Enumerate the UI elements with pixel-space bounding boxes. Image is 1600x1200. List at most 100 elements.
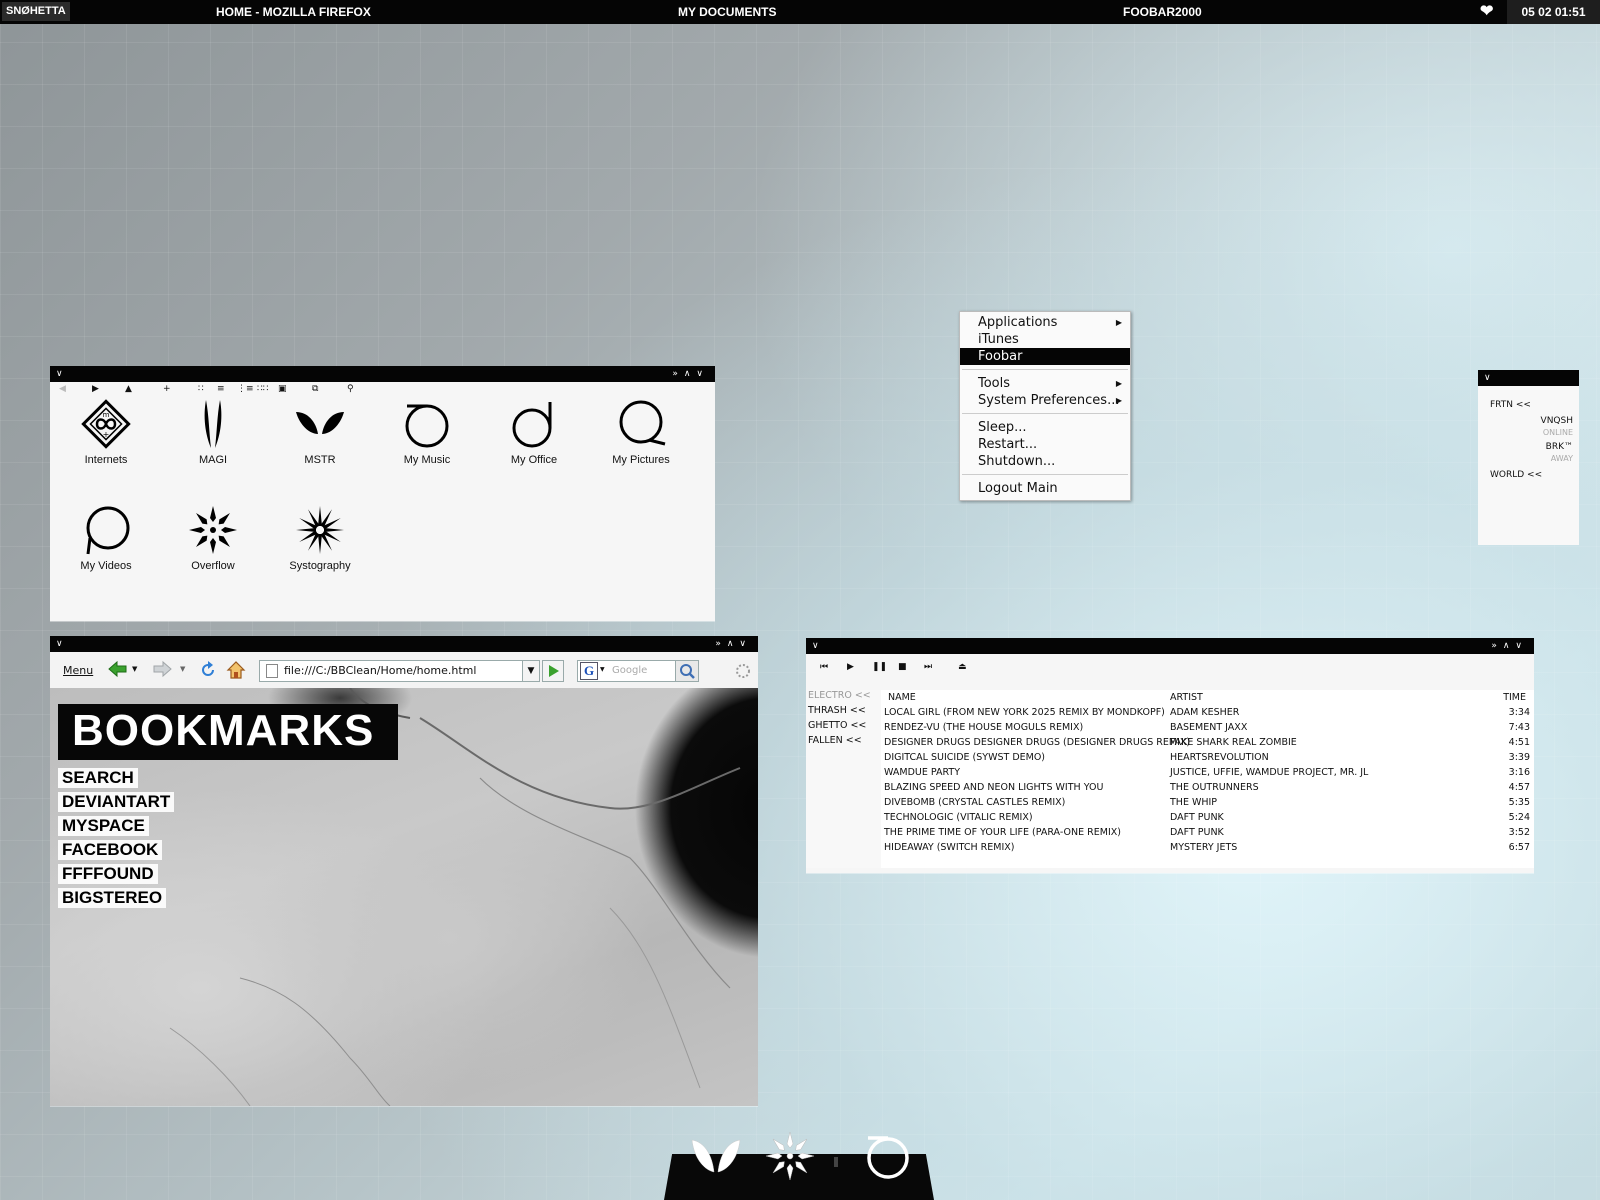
bookmark-link-deviantart[interactable]: DEVIANTART bbox=[58, 792, 175, 812]
my-music-icon bbox=[405, 404, 449, 448]
menu-item-applications[interactable]: Applications ▶ bbox=[960, 314, 1130, 331]
home-icon[interactable] bbox=[226, 660, 246, 680]
window-menu-icon[interactable]: ∨ bbox=[812, 638, 819, 654]
window-menu-icon[interactable]: ∨ bbox=[56, 636, 63, 652]
pause-icon[interactable]: ❚❚ bbox=[872, 662, 887, 672]
table-row[interactable]: LOCAL GIRL (FROM NEW YORK 2025 REMIX BY … bbox=[881, 705, 1534, 720]
heart-icon[interactable]: ❤ bbox=[1480, 2, 1493, 22]
column-artist[interactable]: ARTIST bbox=[1170, 690, 1203, 705]
up-icon[interactable]: ▲ bbox=[125, 384, 132, 394]
track-list-header: NAME ARTIST TIME bbox=[881, 690, 1534, 705]
task-firefox[interactable]: HOME - MOZILLA FIREFOX bbox=[216, 0, 371, 24]
table-row[interactable]: HIDEAWAY (SWITCH REMIX) MYSTERY JETS 6:57 bbox=[881, 840, 1534, 855]
eject-icon[interactable]: ⏏ bbox=[958, 662, 967, 672]
window-menu-icon[interactable]: ∨ bbox=[1484, 370, 1491, 386]
forward-arrow-icon[interactable] bbox=[152, 660, 172, 678]
firefox-titlebar[interactable]: ∨ »∧∨ bbox=[50, 636, 758, 652]
svg-text:+: + bbox=[103, 430, 110, 439]
icons-view-icon[interactable]: ∷ bbox=[198, 384, 204, 394]
url-bar[interactable]: file:///C:/BBClean/Home/home.html bbox=[259, 660, 523, 682]
window-menu-icon[interactable]: ∨ bbox=[56, 366, 63, 382]
url-dropdown-icon[interactable]: ▼ bbox=[522, 660, 540, 682]
table-row[interactable]: DIVEBOMB (CRYSTAL CASTLES REMIX) THE WHIP… bbox=[881, 795, 1534, 810]
table-row[interactable]: DIGITCAL SUICIDE (SYWST DEMO) HEARTSREVOL… bbox=[881, 750, 1534, 765]
group-world[interactable]: WORLD << bbox=[1490, 470, 1542, 480]
icon-my-music[interactable]: My Music bbox=[382, 398, 472, 466]
reload-icon[interactable] bbox=[198, 660, 218, 680]
previous-icon[interactable]: ⏮ bbox=[820, 662, 828, 672]
table-row[interactable]: TECHNOLOGIC (VITALIC REMIX) DAFT PUNK 5:24 bbox=[881, 810, 1534, 825]
table-row[interactable]: RENDEZ-VU (THE HOUSE MOGULS REMIX) BASEME… bbox=[881, 720, 1534, 735]
table-row[interactable]: BLAZING SPEED AND NEON LIGHTS WITH YOU TH… bbox=[881, 780, 1534, 795]
menu-item-sleep[interactable]: Sleep... bbox=[960, 419, 1130, 436]
thumbnail-view-icon[interactable]: ▣ bbox=[278, 384, 287, 394]
menu-item-logout[interactable]: Logout Main bbox=[960, 480, 1130, 497]
search-box[interactable]: G ▼ Google bbox=[577, 660, 699, 682]
menu-item-itunes[interactable]: iTunes bbox=[960, 331, 1130, 348]
icon-magi[interactable]: MAGI bbox=[168, 398, 258, 466]
google-icon[interactable]: G bbox=[580, 662, 598, 680]
table-row[interactable]: THE PRIME TIME OF YOUR LIFE (PARA-ONE RE… bbox=[881, 825, 1534, 840]
playlist-electro[interactable]: ELECTRO << bbox=[808, 690, 871, 701]
menu-item-tools[interactable]: Tools ▶ bbox=[960, 375, 1130, 392]
icon-internets[interactable]: m + Internets bbox=[61, 398, 151, 466]
foobar-titlebar[interactable]: ∨ »∧∨ bbox=[806, 638, 1534, 654]
details-view-icon[interactable]: ⋮≡ bbox=[237, 384, 254, 394]
icon-my-office[interactable]: My Office bbox=[489, 398, 579, 466]
menu-item-foobar[interactable]: Foobar bbox=[960, 348, 1130, 365]
navigation-toolbar: Menu ▼ ▼ file:///C:/BBClean/Home/home.ht… bbox=[50, 652, 758, 689]
table-row[interactable]: WAMDUE PARTY JUSTICE, UFFIE, WAMDUE PROJE… bbox=[881, 765, 1534, 780]
icon-systography[interactable]: Systography bbox=[275, 504, 365, 572]
playlist-thrash[interactable]: THRASH << bbox=[808, 705, 866, 716]
go-button[interactable] bbox=[542, 660, 564, 682]
group-frtn[interactable]: FRTN << bbox=[1490, 400, 1531, 410]
window-controls[interactable]: »∧∨ bbox=[672, 366, 709, 382]
task-my-documents[interactable]: MY DOCUMENTS bbox=[678, 0, 776, 24]
play-icon[interactable]: ▶ bbox=[847, 662, 854, 672]
window-controls[interactable]: »∧∨ bbox=[715, 636, 752, 652]
task-foobar[interactable]: FOOBAR2000 bbox=[1123, 0, 1202, 24]
icon-my-videos[interactable]: My Videos bbox=[61, 504, 151, 572]
playlist-fallen[interactable]: FALLEN << bbox=[808, 735, 862, 746]
back-arrow-icon[interactable] bbox=[108, 660, 128, 678]
stop-icon[interactable]: ■ bbox=[898, 662, 907, 672]
dock-mstr-icon[interactable] bbox=[690, 1132, 742, 1178]
next-icon[interactable]: ⏭ bbox=[924, 662, 932, 672]
column-time[interactable]: TIME bbox=[1503, 690, 1526, 705]
icon-mstr[interactable]: MSTR bbox=[275, 398, 365, 466]
search-icon[interactable]: ⚲ bbox=[347, 384, 354, 394]
bookmark-link-facebook[interactable]: FACEBOOK bbox=[58, 840, 163, 860]
back-dropdown-icon[interactable]: ▼ bbox=[132, 665, 137, 673]
icon-overflow[interactable]: Overflow bbox=[168, 504, 258, 572]
contact-name[interactable]: VNQSH bbox=[1541, 416, 1573, 426]
dock-overflow-icon[interactable] bbox=[764, 1130, 816, 1182]
contact-name[interactable]: BRK™ bbox=[1546, 442, 1573, 452]
back-icon[interactable]: ◀ bbox=[59, 384, 66, 394]
forward-dropdown-icon[interactable]: ▼ bbox=[180, 665, 185, 673]
list-view-icon[interactable]: ≡ bbox=[217, 384, 225, 394]
explorer-titlebar[interactable]: ∨ »∧∨ bbox=[50, 366, 715, 382]
copy-icon[interactable]: ⧉ bbox=[312, 384, 318, 394]
forward-icon[interactable]: ▶ bbox=[92, 384, 99, 394]
bookmark-link-bigstereo[interactable]: BIGSTEREO bbox=[58, 888, 167, 908]
start-logo[interactable]: SNØHETTA bbox=[2, 2, 70, 21]
bookmark-link-ffffound[interactable]: FFFFOUND bbox=[58, 864, 158, 884]
column-name[interactable]: NAME bbox=[888, 690, 916, 705]
menu-item-system-preferences[interactable]: System Preferences... ▶ bbox=[960, 392, 1130, 409]
menu-item-shutdown[interactable]: Shutdown... bbox=[960, 453, 1130, 470]
window-controls[interactable]: »∧∨ bbox=[1491, 638, 1528, 654]
buddy-titlebar[interactable]: ∨ bbox=[1478, 370, 1579, 386]
bookmark-link-search[interactable]: SEARCH bbox=[58, 768, 138, 788]
new-folder-icon[interactable]: + bbox=[163, 384, 171, 394]
menu-button[interactable]: Menu bbox=[63, 664, 93, 677]
menu-item-restart[interactable]: Restart... bbox=[960, 436, 1130, 453]
icon-my-pictures[interactable]: My Pictures bbox=[596, 398, 686, 466]
playlist-ghetto[interactable]: GHETTO << bbox=[808, 720, 866, 731]
table-row[interactable]: DESIGNER DRUGS DESIGNER DRUGS (DESIGNER … bbox=[881, 735, 1534, 750]
search-button[interactable] bbox=[675, 661, 698, 681]
tiles-view-icon[interactable]: ∷∷ bbox=[257, 384, 268, 394]
bookmark-link-myspace[interactable]: MYSPACE bbox=[58, 816, 149, 836]
menu-item-label: Sleep... bbox=[978, 420, 1027, 435]
engine-dropdown-icon[interactable]: ▼ bbox=[600, 666, 605, 673]
dock-my-music-icon[interactable] bbox=[860, 1132, 912, 1182]
